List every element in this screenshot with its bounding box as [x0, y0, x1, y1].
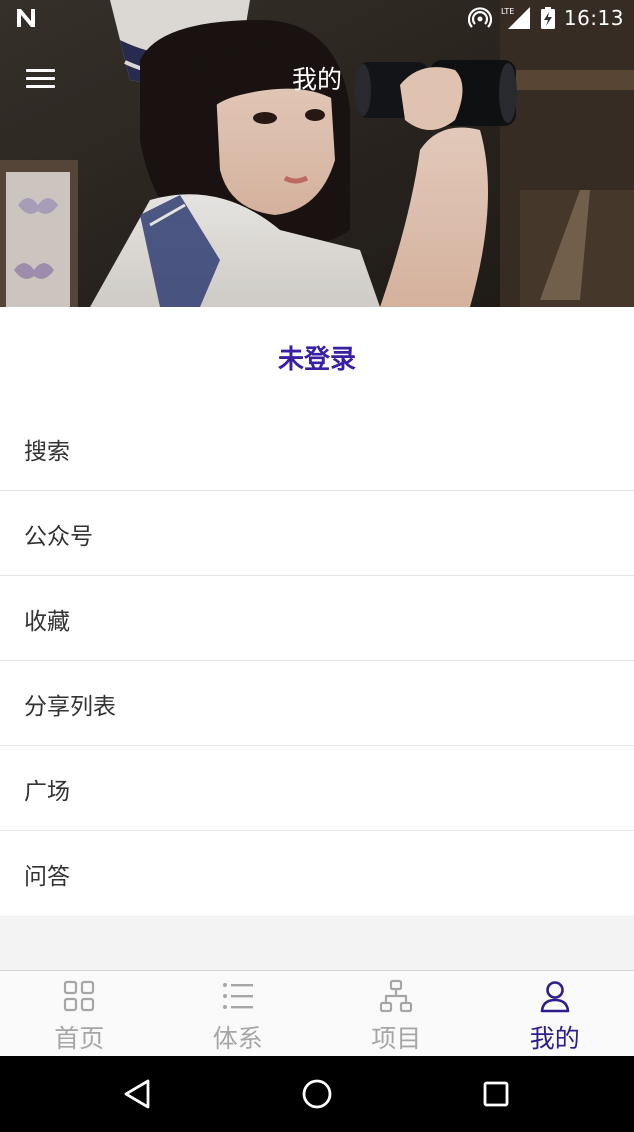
menu-item-label: 收藏 — [24, 609, 70, 635]
back-icon[interactable] — [118, 1074, 158, 1114]
list-icon — [222, 983, 253, 1009]
profile-panel: 未登录 搜索 公众号 收藏 分享列表 广场 问答 — [0, 307, 634, 915]
menu-item-official-accounts[interactable]: 公众号 — [0, 491, 634, 576]
signal-icon: LTE — [501, 7, 530, 29]
menu-item-label: 搜索 — [24, 439, 70, 465]
profile-header: LTE 16:13 我的 — [0, 0, 634, 307]
menu-item-favorites[interactable]: 收藏 — [0, 576, 634, 661]
nav-tab-home[interactable]: 首页 — [0, 971, 159, 1057]
status-bar: LTE 16:13 — [0, 0, 634, 36]
user-icon — [540, 981, 570, 1013]
notification-n-icon — [17, 9, 35, 27]
hierarchy-icon — [380, 979, 413, 1013]
menu-item-qa[interactable]: 问答 — [0, 831, 634, 915]
hotspot-icon — [467, 7, 492, 28]
menu-item-search[interactable]: 搜索 — [0, 406, 634, 491]
recents-icon[interactable] — [476, 1074, 516, 1114]
nav-tab-label: 我的 — [529, 1024, 580, 1053]
nav-tab-label: 首页 — [54, 1024, 105, 1053]
status-icons: LTE 16:13 — [467, 4, 624, 32]
header-photo — [0, 0, 634, 307]
login-status[interactable]: 未登录 — [0, 339, 634, 376]
menu-item-label: 广场 — [24, 779, 70, 805]
nav-tab-system[interactable]: 体系 — [159, 971, 318, 1057]
menu-item-share-list[interactable]: 分享列表 — [0, 661, 634, 746]
system-navigation-bar — [0, 1056, 634, 1132]
menu-item-label: 分享列表 — [24, 694, 116, 720]
page-title: 我的 — [291, 65, 342, 94]
nav-tab-projects[interactable]: 项目 — [317, 971, 476, 1057]
menu-item-label: 问答 — [24, 864, 70, 890]
nav-tab-label: 项目 — [371, 1024, 422, 1053]
menu-item-label: 公众号 — [24, 524, 93, 550]
nav-tab-mine[interactable]: 我的 — [476, 971, 634, 1057]
battery-charging-icon — [540, 7, 555, 29]
status-time: 16:13 — [563, 6, 624, 30]
bottom-navigation: 首页 体系 项目 我的 — [0, 970, 634, 1057]
nav-tab-label: 体系 — [212, 1024, 263, 1053]
menu-list: 搜索 公众号 收藏 分享列表 广场 问答 — [0, 406, 634, 915]
grid-icon — [64, 980, 95, 1012]
menu-item-square[interactable]: 广场 — [0, 746, 634, 831]
home-icon[interactable] — [297, 1074, 337, 1114]
network-type-label: LTE — [501, 7, 514, 16]
